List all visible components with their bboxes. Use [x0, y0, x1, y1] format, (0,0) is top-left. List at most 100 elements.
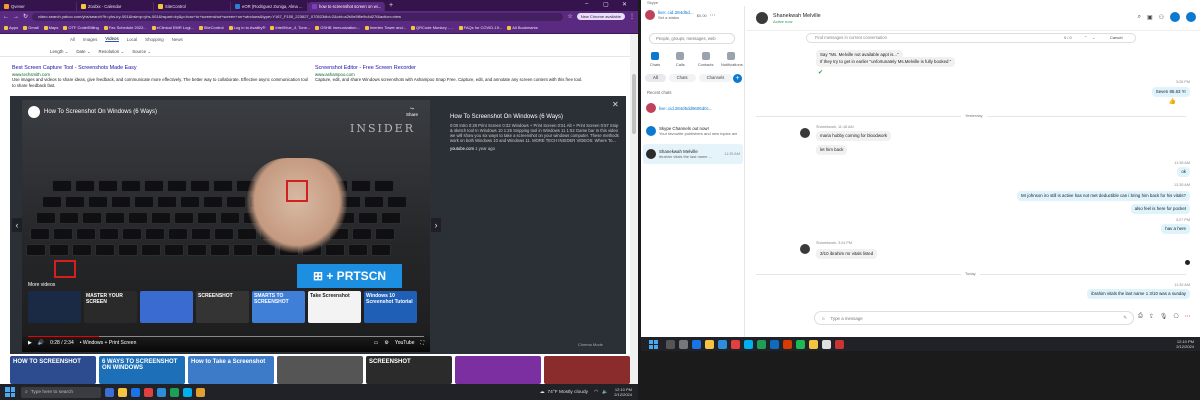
bookmark-item[interactable]: Gmail	[23, 25, 39, 30]
bookmark-item[interactable]: Imertex Tower and...	[364, 25, 406, 30]
chat-filter-pill[interactable]: Channels	[698, 74, 733, 82]
chat-list-item[interactable]: live:.cid.284d5dd9606d0c...	[643, 98, 743, 118]
message-bubble[interactable]: maria hubby coming for bloodwork	[816, 131, 892, 141]
chat-list-item[interactable]: Skype Channels out now! Your favourite pu…	[643, 121, 743, 141]
captions-icon[interactable]: ▭	[374, 340, 379, 346]
filter-dropdown[interactable]: Length ⌄	[50, 49, 68, 55]
outlook-icon[interactable]	[718, 339, 727, 349]
skype-taskbar-icon[interactable]	[183, 387, 192, 397]
nav-calls[interactable]: Calls	[670, 52, 690, 67]
forward-icon[interactable]: →	[13, 14, 19, 20]
speaker-icon[interactable]: 🔈	[602, 390, 608, 395]
taskbar-search[interactable]: ⌕ Type here to search	[21, 386, 101, 398]
wifi-icon[interactable]: ◠	[594, 390, 598, 395]
related-video-thumb[interactable]: 6 WAYS TO SCREENSHOT ON WINDOWS	[99, 356, 185, 384]
excel-icon[interactable]	[170, 387, 179, 397]
chrome-icon[interactable]	[144, 387, 153, 397]
more-video-thumb[interactable]: SCREENSHOT	[196, 291, 249, 323]
bookmark-item[interactable]: OSHB Immunization...	[315, 25, 360, 30]
skype-taskbar-icon[interactable]	[744, 339, 753, 349]
more-video-thumb[interactable]	[28, 291, 81, 323]
volume-icon[interactable]: 🔊	[38, 340, 44, 346]
filter-dropdown[interactable]: Resolution ⌄	[99, 49, 125, 55]
format-icon[interactable]: ✎	[1123, 315, 1127, 321]
emoji-icon[interactable]: ☺	[821, 316, 825, 321]
related-video-thumb[interactable]: HOW TO SCREENSHOT	[10, 356, 96, 384]
related-video-thumb[interactable]	[455, 356, 541, 384]
reload-icon[interactable]: ↻	[23, 13, 28, 20]
bookmark-item[interactable]: OTF Code/Billing	[63, 25, 99, 30]
more-video-thumb[interactable]: Take Screenshot	[308, 291, 361, 323]
vertical-tab[interactable]: All	[70, 37, 75, 42]
message-bubble[interactable]: ok	[1177, 167, 1190, 177]
contact-card-icon[interactable]: ⎔	[1173, 313, 1178, 320]
fullscreen-icon[interactable]: ⛶	[420, 340, 424, 346]
edge-icon[interactable]	[692, 339, 701, 349]
new-chrome-button[interactable]: New Chrome available	[576, 13, 625, 20]
ad-result-1[interactable]: Best Screen Capture Tool - Screenshots M…	[12, 65, 312, 88]
word-icon[interactable]	[770, 339, 779, 349]
chat-filter-pill[interactable]: All	[645, 74, 666, 82]
attach-icon[interactable]: ⎙	[1138, 313, 1143, 320]
excel-icon[interactable]	[757, 339, 766, 349]
more-video-thumb[interactable]: Windows 10 Screenshot Tutorial	[364, 291, 417, 323]
message-bubble[interactable]: also feel is here for pocket	[1130, 204, 1190, 214]
spotify-icon[interactable]	[796, 339, 805, 349]
bookmark-item[interactable]: eClinical EMR Logi...	[151, 25, 194, 30]
add-person-icon[interactable]: ⚇	[1159, 14, 1164, 21]
clock-left[interactable]: 12:10 PM 2/12/2024	[614, 387, 632, 397]
menu-icon[interactable]: ⋮	[629, 13, 635, 20]
clock-right[interactable]: 12:10 PM 2/12/2024	[1176, 339, 1194, 349]
search-icon[interactable]: ⌕	[1138, 14, 1141, 21]
find-down-icon[interactable]: ⌄	[1092, 35, 1095, 40]
message-bubble[interactable]: let him back	[816, 145, 848, 155]
message-bubble[interactable]: If they try to get in earlier "unfortuna…	[816, 57, 956, 67]
sender-avatar[interactable]	[800, 128, 810, 138]
more-options-icon[interactable]: ⋯	[1185, 313, 1191, 320]
chapter-label[interactable]: • Windows + Print Screen	[80, 340, 137, 346]
bookmark-item[interactable]: IntelliVue_4, Tone...	[270, 25, 310, 30]
send-file-icon[interactable]: ⇪	[1149, 313, 1154, 320]
vertical-tab[interactable]: Videos	[105, 36, 119, 42]
new-tab-icon[interactable]: +	[389, 2, 393, 9]
info-title[interactable]: How To Screenshot On Windows (6 Ways)	[450, 114, 620, 120]
browser-tab[interactable]: eOR (Rodriguez Zuniga, Alma ...	[231, 2, 308, 11]
outlook-icon[interactable]	[157, 387, 166, 397]
new-chat-icon[interactable]: +	[733, 74, 742, 83]
bookmark-item[interactable]: All Bookmarks	[507, 25, 538, 30]
chat-filter-pill[interactable]: Chats	[668, 74, 696, 82]
channel-logo-icon[interactable]	[28, 106, 40, 118]
powerpoint-icon[interactable]	[783, 339, 792, 349]
cinema-mode-label[interactable]: Cinema Mode	[578, 342, 603, 347]
vertical-tab[interactable]: Shopping	[145, 37, 164, 42]
microphone-icon[interactable]: 🎙	[1160, 313, 1168, 320]
star-icon[interactable]: ☆	[567, 13, 572, 20]
bookmark-item[interactable]: Log in to Availity®	[228, 25, 265, 30]
chrome-icon[interactable]	[731, 339, 740, 349]
nav-contacts[interactable]: Contacts	[696, 52, 716, 67]
page-scrollbar[interactable]	[630, 34, 638, 384]
play-icon[interactable]: ▶	[28, 340, 32, 346]
url-field[interactable]: video.search.yahoo.com/yhs/search?fr=yhs…	[32, 12, 564, 21]
message-composer[interactable]: ☺ Type a message ✎	[814, 311, 1134, 325]
file-explorer-icon[interactable]	[705, 339, 714, 349]
bookmark-item[interactable]: Fax Schedule 2022...	[103, 25, 147, 30]
profile-avatar[interactable]	[645, 10, 655, 20]
more-video-thumb[interactable]: MASTER YOUR SCREEN	[84, 291, 137, 323]
search-icon[interactable]	[666, 339, 675, 349]
gallery-icon[interactable]: ▣	[1147, 14, 1153, 21]
filter-dropdown[interactable]: Source ⌄	[132, 49, 151, 55]
sender-avatar[interactable]	[800, 244, 810, 254]
pdf-icon[interactable]	[835, 339, 844, 349]
progress-bar[interactable]	[28, 336, 424, 337]
audio-call-icon[interactable]	[1186, 12, 1196, 22]
close-window-icon[interactable]: ✕	[622, 1, 627, 8]
more-video-thumb[interactable]: SMARTS TO SCREENSHOT	[252, 291, 305, 323]
app-icon[interactable]	[196, 387, 205, 397]
message-bubble[interactable]: ibrahim vitals the last name 1 3/10 was …	[1087, 289, 1190, 299]
vertical-tab[interactable]: News	[172, 37, 183, 42]
filter-dropdown[interactable]: Date ⌄	[76, 49, 90, 55]
browser-tab[interactable]: Zoobix - Calendar	[77, 2, 154, 11]
bookmark-item[interactable]: FAQs for COVID-19...	[458, 25, 502, 30]
vertical-tab[interactable]: Local	[127, 37, 138, 42]
